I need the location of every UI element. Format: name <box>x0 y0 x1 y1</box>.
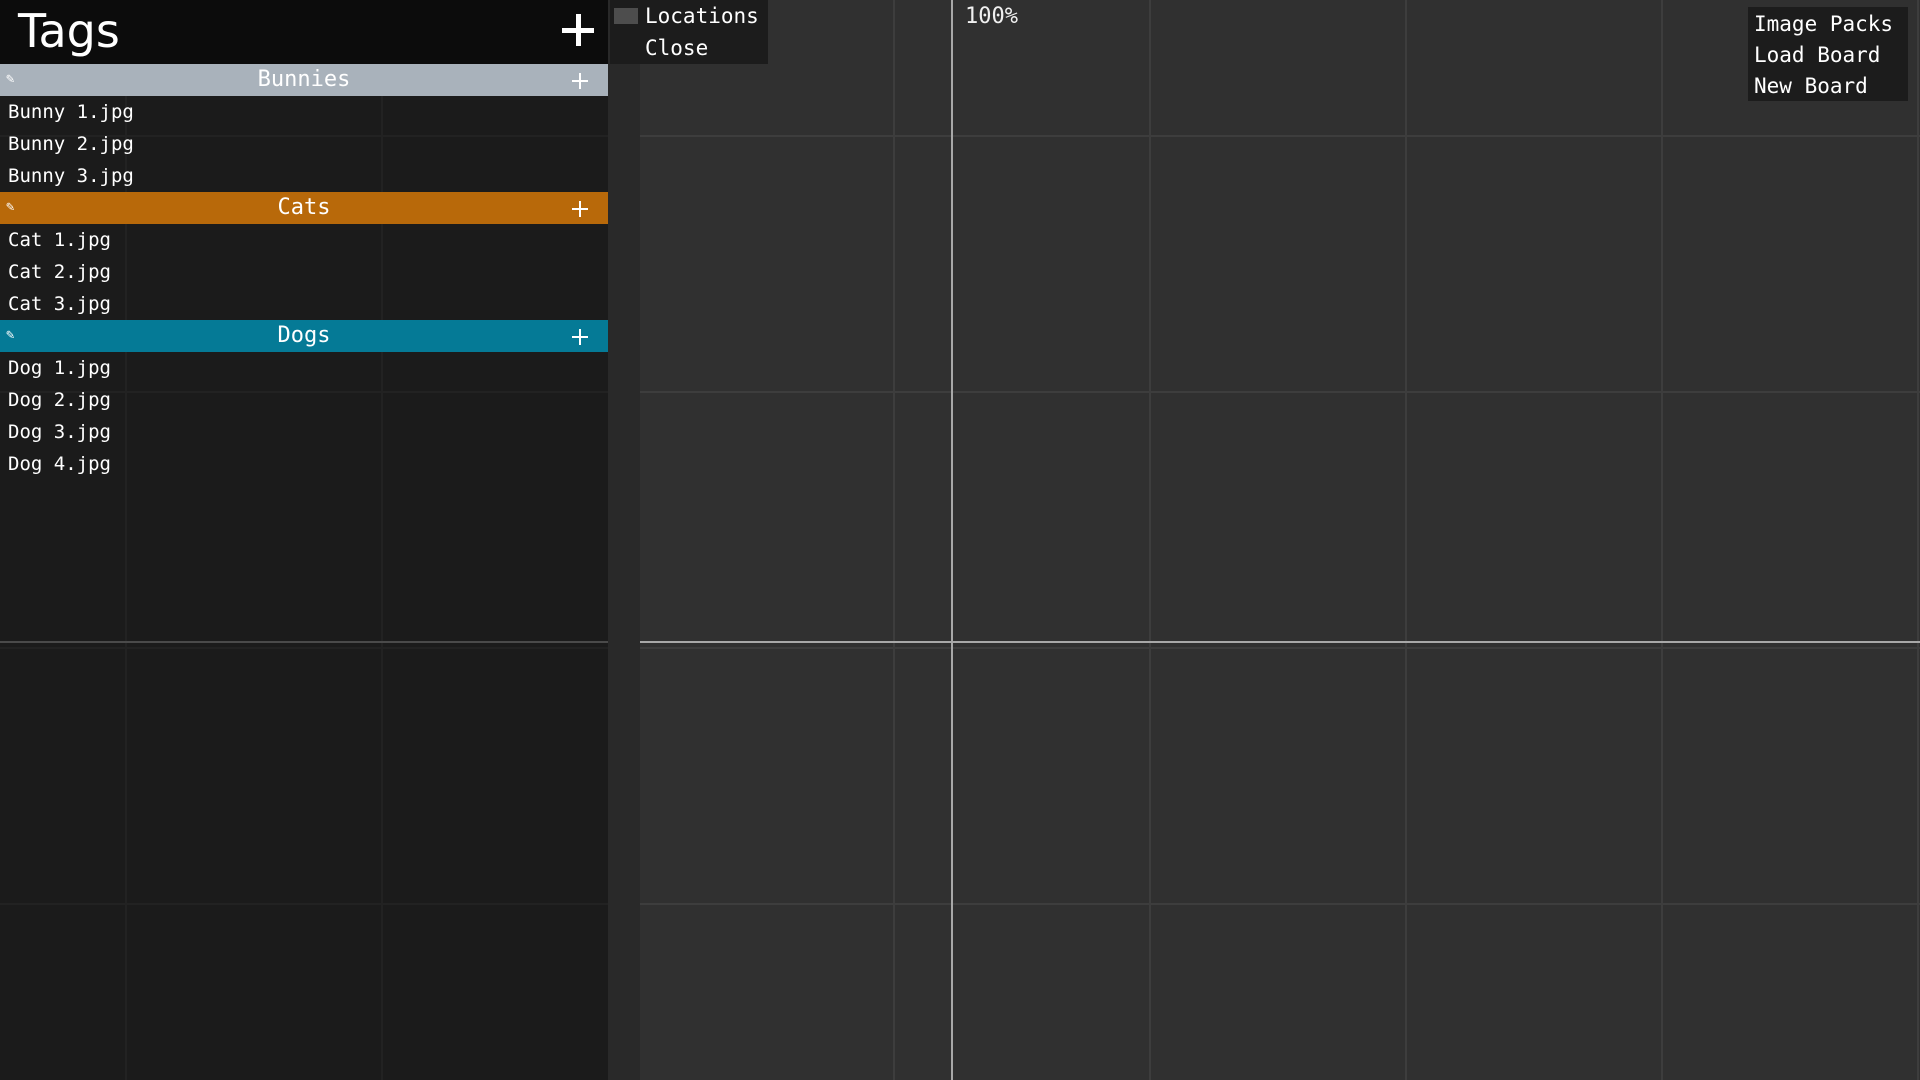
file-item[interactable]: Dog 2.jpg <box>0 384 608 416</box>
location-swatch[interactable] <box>614 8 638 24</box>
tag-section-bunnies: ✎ Bunnies Bunny 1.jpg Bunny 2.jpg Bunny … <box>0 64 608 192</box>
tag-header-cats[interactable]: ✎ Cats <box>0 192 608 224</box>
tag-name: Dogs <box>277 323 331 348</box>
tag-header-bunnies[interactable]: ✎ Bunnies <box>0 64 608 96</box>
load-board-menu-item[interactable]: Load Board <box>1754 43 1880 67</box>
locations-menu-item[interactable]: Locations <box>645 4 759 28</box>
new-board-menu-item[interactable]: New Board <box>1754 74 1868 98</box>
file-item[interactable]: Bunny 3.jpg <box>0 160 608 192</box>
plus-icon[interactable] <box>572 73 588 89</box>
board-menu: Image Packs Load Board New Board <box>1748 7 1908 101</box>
close-menu-item[interactable]: Close <box>645 36 708 60</box>
tags-sidebar: Tags ✎ Bunnies Bunny 1.jpg Bunny 2.jpg B… <box>0 0 608 1080</box>
file-item[interactable]: Cat 1.jpg <box>0 224 608 256</box>
sidebar-origin-line <box>0 641 608 643</box>
board-canvas[interactable] <box>640 0 1920 1080</box>
board-origin-horizontal-axis <box>640 641 1920 643</box>
plus-icon[interactable] <box>572 201 588 217</box>
board-origin-vertical-axis <box>951 0 953 1080</box>
add-tag-button[interactable] <box>556 8 600 52</box>
file-item[interactable]: Cat 3.jpg <box>0 288 608 320</box>
sidebar-resize-strip[interactable] <box>608 0 640 1080</box>
tag-section-dogs: ✎ Dogs Dog 1.jpg Dog 2.jpg Dog 3.jpg Dog… <box>0 320 608 480</box>
file-item[interactable]: Cat 2.jpg <box>0 256 608 288</box>
file-item[interactable]: Dog 3.jpg <box>0 416 608 448</box>
file-item[interactable]: Dog 4.jpg <box>0 448 608 480</box>
tag-section-cats: ✎ Cats Cat 1.jpg Cat 2.jpg Cat 3.jpg <box>0 192 608 320</box>
locations-menu: Locations Close <box>610 0 768 64</box>
image-packs-menu-item[interactable]: Image Packs <box>1754 12 1893 36</box>
tag-name: Cats <box>277 195 331 220</box>
zoom-level: 100% <box>965 4 1018 29</box>
sidebar-header: Tags <box>0 0 608 64</box>
tag-name: Bunnies <box>257 67 351 92</box>
plus-icon[interactable] <box>572 329 588 345</box>
tag-header-dogs[interactable]: ✎ Dogs <box>0 320 608 352</box>
file-item[interactable]: Bunny 1.jpg <box>0 96 608 128</box>
file-item[interactable]: Bunny 2.jpg <box>0 128 608 160</box>
sidebar-title: Tags <box>18 4 120 58</box>
file-item[interactable]: Dog 1.jpg <box>0 352 608 384</box>
